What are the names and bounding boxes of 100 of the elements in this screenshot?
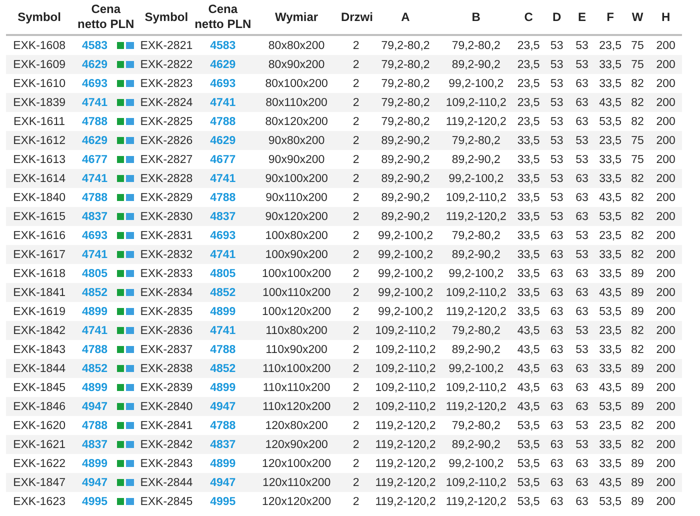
table-cell: 63 (544, 454, 569, 473)
price-cell: 4947 (194, 397, 252, 416)
table-cell: 2 (340, 55, 372, 74)
price-cell: 4899 (72, 378, 117, 397)
table-cell: 53 (568, 150, 596, 169)
table-cell: 63 (544, 245, 569, 264)
table-cell: 80x90x200 (252, 55, 341, 74)
table-cell: 53 (544, 150, 569, 169)
swatch-pair-icon (116, 270, 134, 277)
table-cell: EXK-2841 (139, 416, 194, 435)
table-cell: EXK-2824 (139, 93, 194, 112)
table-cell: 63 (568, 492, 596, 511)
price-cell: 4693 (72, 226, 117, 245)
table-cell: 53 (544, 55, 569, 74)
table-cell: 109,2-110,2 (440, 473, 512, 492)
table-cell: 53 (544, 112, 569, 131)
table-cell: 89,2-90,2 (371, 150, 440, 169)
table-cell: 2 (340, 131, 372, 150)
column-header: B (440, 0, 512, 35)
table-cell: 89,2-90,2 (371, 131, 440, 150)
table-cell: 79,2-80,2 (440, 35, 512, 55)
table-cell: 33,5 (512, 302, 545, 321)
table-cell: 82 (625, 245, 650, 264)
table-cell: 63 (568, 93, 596, 112)
price-cell: 4693 (194, 226, 252, 245)
table-cell: EXK-2832 (139, 245, 194, 264)
price-cell: 4741 (72, 93, 117, 112)
table-cell: EXK-2825 (139, 112, 194, 131)
table-cell: 99,2-100,2 (440, 454, 512, 473)
swatch-pair-icon (116, 80, 134, 87)
table-cell: 53 (568, 416, 596, 435)
table-cell: 2 (340, 169, 372, 188)
price-cell: 4852 (72, 359, 117, 378)
table-cell: EXK-2835 (139, 302, 194, 321)
table-cell: 2 (340, 397, 372, 416)
table-cell: 79,2-80,2 (371, 55, 440, 74)
table-cell: 23,5 (512, 35, 545, 55)
table-cell: 89,2-90,2 (371, 169, 440, 188)
table-cell: 2 (340, 226, 372, 245)
table-cell: EXK-1614 (6, 169, 73, 188)
table-cell: 79,2-80,2 (440, 131, 512, 150)
price-cell: 4629 (72, 131, 117, 150)
table-cell: 63 (544, 397, 569, 416)
table-cell: 63 (544, 435, 569, 454)
price-cell: 4788 (194, 340, 252, 359)
table-cell: 100x120x200 (252, 302, 341, 321)
table-cell: 82 (625, 93, 650, 112)
table-cell: 63 (544, 378, 569, 397)
table-cell: 79,2-80,2 (371, 74, 440, 93)
price-cell: 4677 (72, 150, 117, 169)
price-cell: 4741 (194, 169, 252, 188)
table-cell: 33,5 (595, 74, 626, 93)
table-cell: 100x80x200 (252, 226, 341, 245)
table-cell: 53,5 (595, 492, 626, 511)
table-cell: 63 (544, 359, 569, 378)
table-cell: 53 (568, 340, 596, 359)
table-cell: 200 (650, 226, 682, 245)
table-cell: 82 (625, 207, 650, 226)
table-cell: EXK-1847 (6, 473, 73, 492)
table-cell: 33,5 (512, 188, 545, 207)
price-cell: 4805 (72, 264, 117, 283)
table-cell: 200 (650, 454, 682, 473)
column-header: A (371, 0, 440, 35)
table-cell: 53 (544, 93, 569, 112)
table-cell: EXK-1842 (6, 321, 73, 340)
table-cell: 109,2-110,2 (440, 378, 512, 397)
table-cell: 82 (625, 112, 650, 131)
table-cell: EXK-2844 (139, 473, 194, 492)
table-cell: EXK-1843 (6, 340, 73, 359)
table-cell: 53,5 (512, 492, 545, 511)
table-cell: 82 (625, 321, 650, 340)
price-cell: 4741 (72, 169, 117, 188)
table-cell: EXK-2833 (139, 264, 194, 283)
table-cell: 53 (544, 131, 569, 150)
table-cell: EXK-1621 (6, 435, 73, 454)
table-cell: EXK-2843 (139, 454, 194, 473)
table-cell: 63 (568, 302, 596, 321)
table-cell: 43,5 (595, 473, 626, 492)
table-cell: 110x120x200 (252, 397, 341, 416)
table-cell: 2 (340, 302, 372, 321)
table-cell: 2 (340, 74, 372, 93)
table-cell: 53 (544, 169, 569, 188)
swatch-pair-icon (116, 498, 134, 505)
table-cell: EXK-2834 (139, 283, 194, 302)
table-cell: 80x80x200 (252, 35, 341, 55)
swatch-pair-icon (116, 61, 134, 68)
swatch-pair-icon (116, 441, 134, 448)
swatch-pair-icon (116, 232, 134, 239)
table-cell: 63 (568, 473, 596, 492)
table-cell: 99,2-100,2 (371, 245, 440, 264)
table-cell: 53 (544, 74, 569, 93)
table-cell: 99,2-100,2 (440, 74, 512, 93)
table-cell: EXK-2821 (139, 35, 194, 55)
table-cell: EXK-1620 (6, 416, 73, 435)
table-cell: 90x100x200 (252, 169, 341, 188)
price-cell: 4899 (72, 454, 117, 473)
column-header: Drzwi (340, 0, 372, 35)
table-cell: 43,5 (595, 378, 626, 397)
table-cell: 63 (544, 264, 569, 283)
table-cell: 110x80x200 (252, 321, 341, 340)
